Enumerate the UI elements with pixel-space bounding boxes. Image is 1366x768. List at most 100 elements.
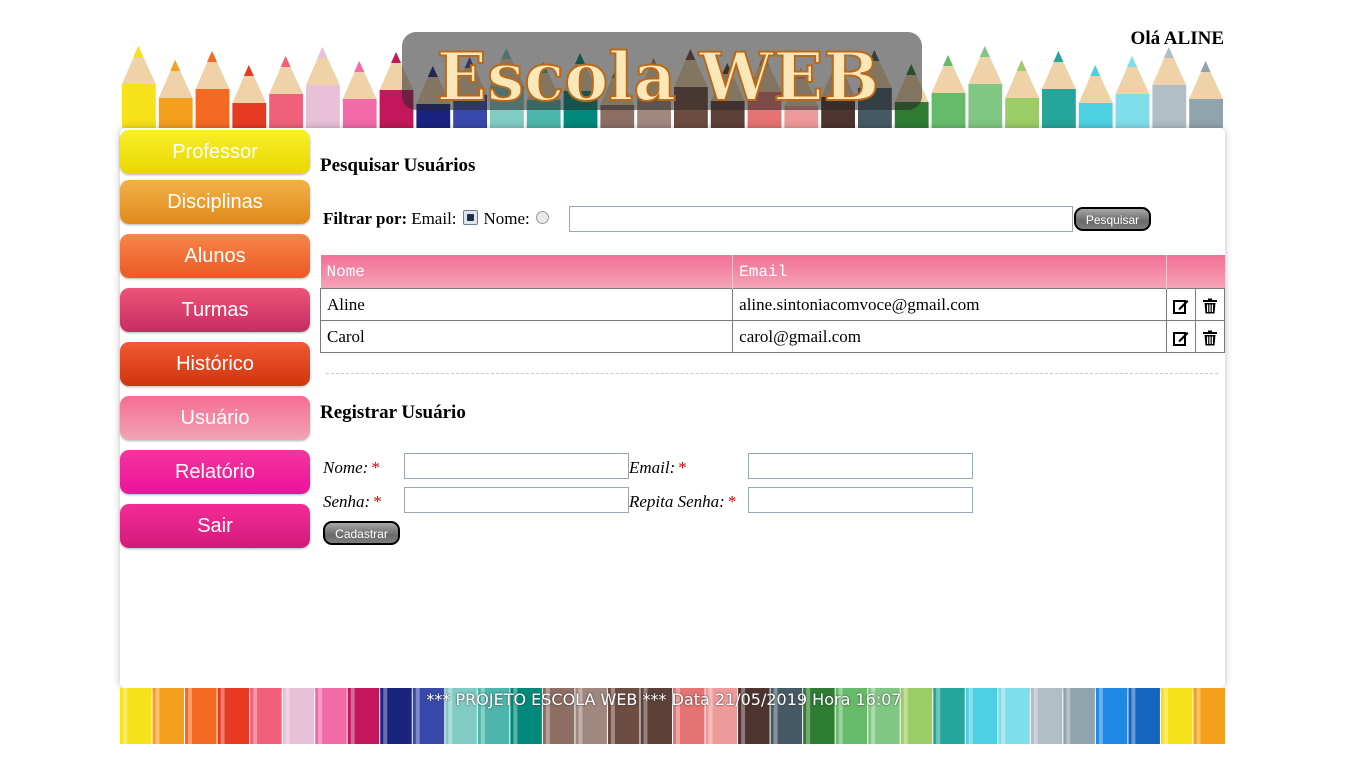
menu-item-professor[interactable]: Professor (120, 130, 310, 174)
pencil-lead (317, 47, 328, 58)
pencil-body (1078, 103, 1113, 128)
menu-item-disciplinas[interactable]: Disciplinas (120, 180, 310, 224)
trash-icon[interactable] (1202, 330, 1218, 346)
footer-pencil-highlight (480, 688, 485, 744)
footer-pencil-highlight (415, 688, 420, 744)
repita-senha-label-text: Repita Senha: (629, 492, 725, 511)
footer-pencil-highlight (806, 688, 811, 744)
search-input[interactable] (569, 206, 1073, 232)
pencil-body (122, 84, 156, 128)
menu-item-sair[interactable]: Sair (120, 504, 310, 548)
footer-pencil-highlight (513, 688, 518, 744)
filter-nome-radio[interactable] (535, 210, 549, 224)
cell-email: aline.sintoniacomvoce@gmail.com (732, 288, 1167, 321)
pencil-body (1005, 98, 1039, 128)
pencil-lead (207, 51, 217, 62)
pencil-lead (943, 55, 953, 66)
footer-pencil-highlight (253, 688, 258, 744)
footer-pencils-image (120, 688, 1225, 744)
trash-icon[interactable] (1202, 298, 1218, 314)
email-field[interactable] (748, 453, 973, 479)
footer-pencil-highlight (936, 688, 941, 744)
footer-pencil-highlight (1066, 688, 1071, 744)
footer-pencil-highlight (741, 688, 746, 744)
repita-senha-field[interactable] (748, 487, 973, 513)
table-row: Aline aline.sintoniacomvoce@gmail.com (319, 288, 1226, 321)
pencil-lead (979, 46, 990, 57)
pencil-body (1115, 94, 1150, 128)
footer-pencil-highlight (578, 688, 583, 744)
required-mark: * (678, 458, 687, 477)
menu-item-alunos[interactable]: Alunos (120, 234, 310, 278)
footer-pencil-highlight (350, 688, 355, 744)
pencil-body (306, 85, 340, 128)
pencil-lead (1127, 56, 1137, 67)
footer-pencil-highlight (1033, 688, 1038, 744)
pencil-body (1042, 89, 1076, 128)
pencil-body (931, 93, 966, 128)
required-mark: * (727, 492, 737, 511)
filter-nome-label: Nome: (483, 209, 530, 228)
footer-pencil-highlight (610, 688, 615, 744)
user-greeting: Olá ALINE (1130, 28, 1224, 49)
footer-pencil-highlight (123, 688, 127, 744)
search-section-title: Pesquisar Usuários (320, 155, 476, 176)
pencil-lead (133, 46, 144, 57)
logo-text: Escola WEB (437, 38, 880, 116)
footer-pencil-highlight (871, 688, 876, 744)
footer-pencil-highlight (155, 688, 160, 744)
table-row: Carol carol@gmail.com (319, 320, 1226, 353)
footer-pencil-highlight (1196, 688, 1201, 744)
footer-pencil-highlight (545, 688, 550, 744)
edit-icon[interactable] (1172, 330, 1189, 346)
cell-nome: Aline (319, 288, 734, 321)
footer-pencil-highlight (383, 688, 388, 744)
cell-nome: Carol (319, 320, 734, 353)
footer-pencil-highlight (318, 688, 323, 744)
register-section-title: Registrar Usuário (320, 402, 466, 423)
footer-pencil-highlight (1001, 688, 1006, 744)
pencil-lead (1090, 65, 1101, 76)
menu-item-historico[interactable]: Histórico (120, 342, 310, 386)
menu-item-usuario[interactable]: Usuário (120, 396, 310, 440)
footer-pencil-highlight (838, 688, 843, 744)
pencil-lead (1016, 60, 1027, 71)
menu-item-relatorio[interactable]: Relatório (120, 450, 310, 494)
footer-pencil-highlight (903, 688, 908, 744)
edit-icon[interactable] (1172, 298, 1189, 314)
edit-cell (1165, 320, 1196, 353)
footer-pencil-highlight (1098, 688, 1103, 744)
pencil-body (158, 98, 193, 128)
nome-field[interactable] (404, 453, 629, 479)
filter-email-radio[interactable] (462, 209, 478, 225)
filter-email-label: Email: (411, 209, 457, 228)
pencil-lead (354, 61, 365, 72)
footer-pencil-highlight (1163, 688, 1168, 744)
pencils-banner-image: Escola WEB (122, 32, 1223, 128)
pencil-lead (170, 60, 181, 71)
cadastrar-button[interactable]: Cadastrar (323, 521, 400, 545)
email-label: Email: * (629, 458, 687, 478)
pencil-lead (1200, 61, 1211, 72)
senha-field[interactable] (404, 487, 629, 513)
search-button[interactable]: Pesquisar (1074, 207, 1151, 231)
required-mark: * (373, 492, 382, 511)
pencil-body (1189, 99, 1223, 128)
table-header-row: Nome Email (320, 255, 1225, 289)
footer-pencil-highlight (643, 688, 648, 744)
footer-pencil-highlight (708, 688, 713, 744)
pencil-lead (391, 52, 401, 63)
pencil-body (968, 84, 1003, 128)
edit-cell (1165, 288, 1196, 321)
cell-email: carol@gmail.com (732, 320, 1167, 353)
footer-pencil-highlight (773, 688, 778, 744)
column-header-email: Email (732, 255, 1167, 289)
pencil-body (232, 103, 267, 128)
required-mark: * (371, 458, 380, 477)
pencil-body (342, 99, 377, 128)
menu-item-turmas[interactable]: Turmas (120, 288, 310, 332)
senha-label: Senha: * (323, 492, 382, 512)
column-header-nome: Nome (320, 255, 734, 289)
main-panel: Professor Disciplinas Alunos Turmas Hist… (120, 128, 1226, 688)
senha-label-text: Senha: (323, 492, 371, 511)
